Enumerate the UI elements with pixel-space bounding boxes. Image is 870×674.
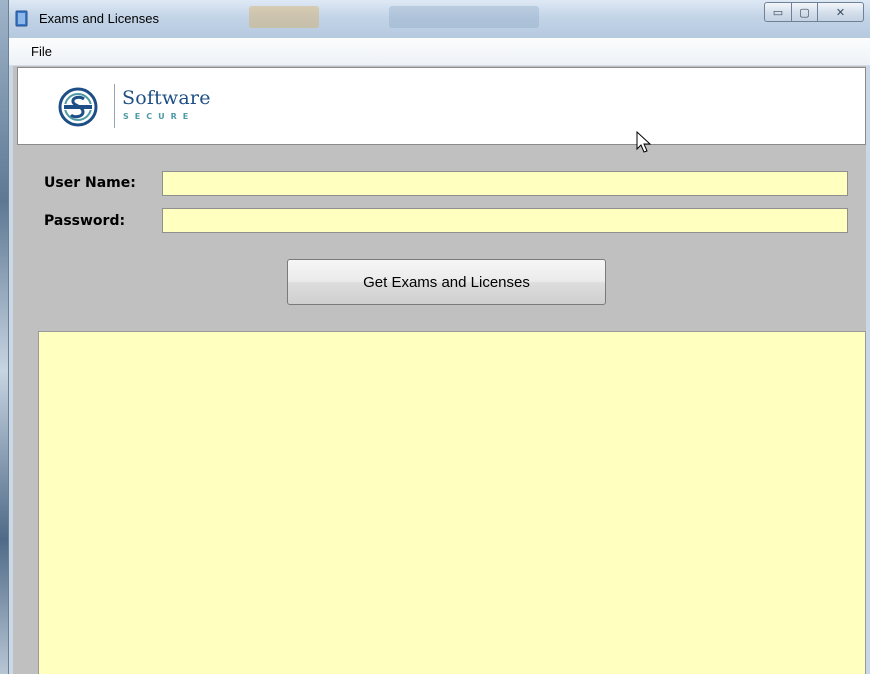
mouse-cursor-icon bbox=[636, 131, 652, 153]
close-icon: ✕ bbox=[835, 5, 846, 19]
password-label: Password: bbox=[44, 213, 126, 229]
background-taskbar-ghost bbox=[249, 6, 319, 28]
window-title: Exams and Licenses bbox=[39, 11, 159, 26]
menu-bar: File bbox=[9, 38, 870, 66]
window-controls: ▭ ▢ ✕ bbox=[764, 2, 864, 24]
software-secure-logo-icon bbox=[58, 87, 98, 127]
username-label: User Name: bbox=[44, 175, 136, 191]
menu-item-file[interactable]: File bbox=[31, 44, 52, 59]
close-button[interactable]: ✕ bbox=[818, 2, 864, 22]
title-bar[interactable]: Exams and Licenses ▭ ▢ ✕ bbox=[9, 0, 870, 38]
background-taskbar-ghost bbox=[389, 6, 539, 28]
maximize-icon: ▢ bbox=[799, 5, 810, 19]
logo-divider bbox=[114, 84, 115, 128]
client-area: Software SECURE User Name: Password: Get… bbox=[13, 66, 866, 674]
results-textarea[interactable] bbox=[38, 331, 866, 674]
logo-banner: Software SECURE bbox=[17, 67, 866, 153]
minimize-icon: ▭ bbox=[772, 5, 784, 19]
password-input[interactable] bbox=[162, 208, 848, 233]
maximize-button[interactable]: ▢ bbox=[792, 2, 818, 22]
minimize-button[interactable]: ▭ bbox=[764, 2, 792, 22]
username-input[interactable] bbox=[162, 171, 848, 196]
logo-subtitle: SECURE bbox=[123, 112, 195, 121]
app-window: Exams and Licenses ▭ ▢ ✕ File Software S… bbox=[8, 0, 870, 674]
get-exams-and-licenses-button[interactable]: Get Exams and Licenses bbox=[287, 259, 606, 305]
app-icon bbox=[15, 10, 28, 27]
logo-wordmark: Software bbox=[122, 87, 211, 109]
